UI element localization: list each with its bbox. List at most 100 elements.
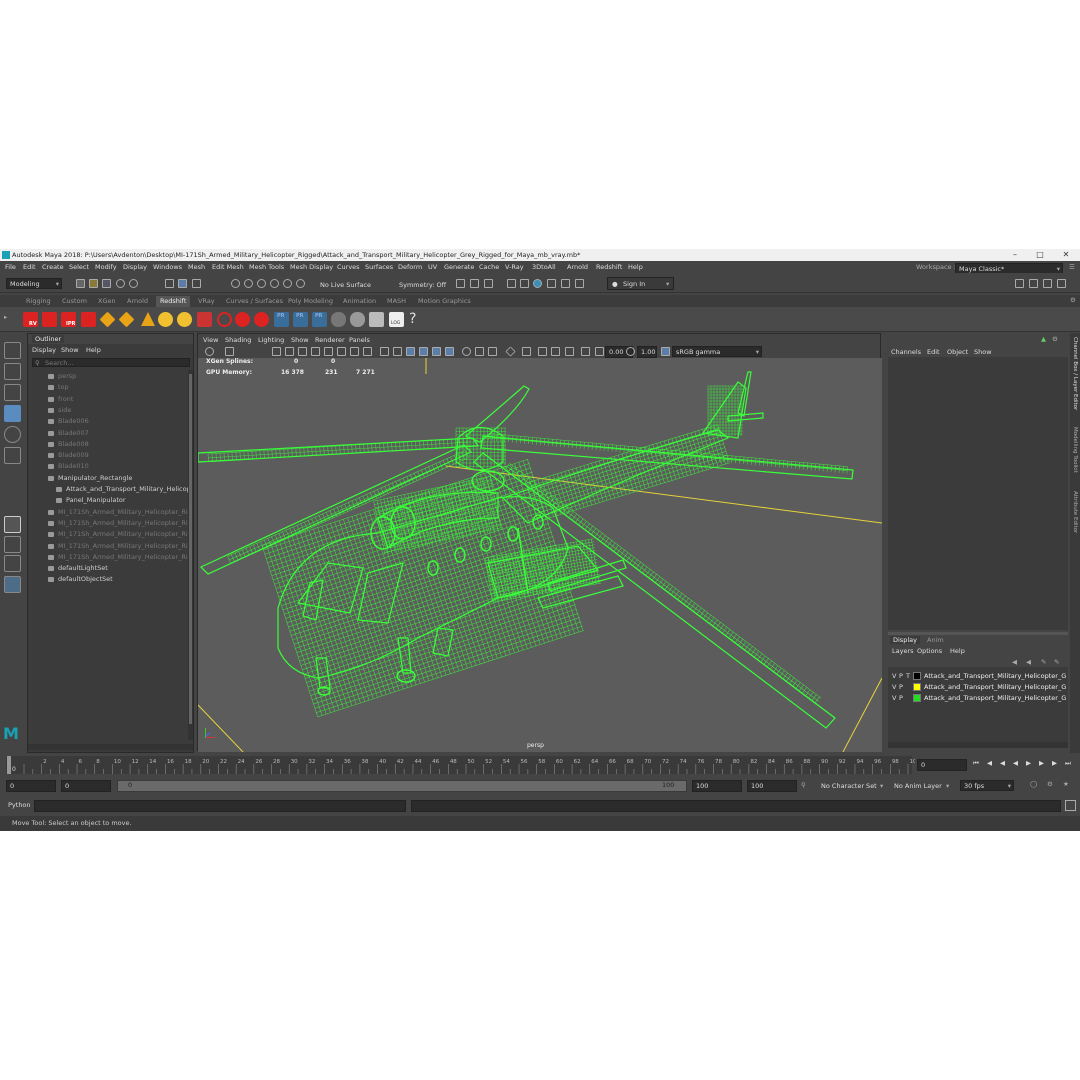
snap-grid-icon[interactable] [231,279,240,288]
new-layer-icon[interactable]: ✎ [1041,658,1046,666]
xray-icon[interactable] [538,347,547,356]
shelf-options-icon[interactable]: ▸ [4,313,7,321]
four-view-layout-icon[interactable] [4,536,21,553]
select-hierarchy-icon[interactable] [165,279,174,288]
new-scene-icon[interactable] [76,279,85,288]
xray-joints-icon[interactable] [551,347,560,356]
time-ruler-background[interactable] [6,756,912,774]
outliner-item[interactable]: persp [28,371,188,382]
time-slider[interactable]: 2 4 6 8 10 12 14 16 18 20 22 24 26 28 30 32 34 36 38 40 42 44… [0,754,1080,776]
viewport-menu-view[interactable]: View [203,336,218,344]
play-backward-icon[interactable]: ◀ [1013,759,1018,767]
viewport-menu-panels[interactable]: Panels [349,336,370,344]
new-layer-selected-icon[interactable]: ✎ [1054,658,1059,666]
snap-plane-icon[interactable] [270,279,279,288]
outliner-search-input[interactable]: Search... [45,359,74,367]
redshift-pr-icon-2[interactable]: PR [293,312,308,327]
menu-edit-mesh[interactable]: Edit Mesh [212,263,244,271]
outliner-item[interactable]: defaultLightSet [28,563,188,574]
script-editor-icon[interactable] [1065,800,1076,811]
character-set-label[interactable]: No Character Set [821,782,877,790]
command-language-label[interactable]: Python [8,801,31,809]
outliner-search-field[interactable]: ⚲ Search... [32,358,190,367]
redshift-mesh-light-icon[interactable] [217,312,232,327]
depth-of-field-icon[interactable] [505,346,516,357]
undo-icon[interactable] [116,279,125,288]
isolate-select-icon[interactable] [522,347,531,356]
anim-layer-label[interactable]: No Anim Layer [894,782,942,790]
snap-point-icon[interactable] [257,279,266,288]
layer-playback-toggle[interactable]: P [899,694,903,702]
menu-3dtoall[interactable]: 3DtoAll [532,263,556,271]
menu-display[interactable]: Display [123,263,147,271]
layer-visibility-toggle[interactable]: V [892,672,896,680]
layer-name[interactable]: Attack_and_Transport_Military_Helicopter… [924,672,1066,680]
play-forward-icon[interactable]: ▶ [1026,759,1031,767]
viewport-menu-show[interactable]: Show [291,336,309,344]
outliner-item[interactable]: MI_171Sh_Armed_Military_Helicopter_Rigge… [28,507,188,518]
resolution-gate-icon[interactable] [311,347,320,356]
redshift-render-view-icon[interactable]: RV [23,312,38,327]
toggle-attribute-editor-icon[interactable] [1029,279,1038,288]
outliner-tab[interactable]: Outliner [32,335,65,343]
auto-key-icon[interactable]: ◯ [1030,780,1037,788]
layer-color-swatch[interactable] [913,694,921,702]
layer-row[interactable]: V P Attack_and_Transport_Military_Helicopt… [888,693,1066,704]
outliner-item[interactable]: Blade009 [28,450,188,461]
scene-end-field[interactable]: 100 [747,780,797,792]
snap-view-icon[interactable] [296,279,305,288]
range-slider-track[interactable]: 0 100 [117,780,687,792]
menu-overflow-icon[interactable]: ☰ [1069,263,1075,271]
redshift-dome-light-icon[interactable] [158,312,173,327]
shelf-tab-poly-modeling[interactable]: Poly Modeling [288,296,333,307]
layer-tab-display[interactable]: Display [890,636,920,644]
hypershade-icon[interactable] [520,279,529,288]
safe-action-icon[interactable] [350,347,359,356]
redshift-portal-icon[interactable] [235,312,250,327]
outliner-menu-show[interactable]: Show [61,346,79,354]
open-scene-icon[interactable] [89,279,98,288]
outliner-item[interactable]: Manipulator_Rectangle [28,473,188,484]
menu-surfaces[interactable]: Surfaces [365,263,393,271]
outliner-item[interactable]: Panel_Manipulator [28,495,188,506]
range-slider-bar[interactable]: 0 100 [118,781,686,791]
redshift-proxy-icon[interactable] [81,312,96,327]
rotate-tool-icon[interactable] [4,426,21,443]
paint-select-tool-icon[interactable] [4,384,21,401]
outliner-hscrollbar[interactable] [28,744,193,750]
fps-dropdown[interactable]: 30 fps [960,780,1014,791]
toggle-tool-settings-icon[interactable] [575,279,584,288]
channel-box-options-icon[interactable]: ⚙ [1052,335,1058,343]
camera-attributes-icon[interactable] [225,347,234,356]
wireframe-icon[interactable] [380,347,389,356]
redshift-pr-icon-1[interactable]: PR [274,312,289,327]
playback-settings-icon[interactable]: ⚙ [1047,780,1053,788]
lasso-tool-icon[interactable] [4,363,21,380]
smooth-shade-icon[interactable] [393,347,402,356]
outliner-menu-display[interactable]: Display [32,346,56,354]
shelf-tab-curves-surfaces[interactable]: Curves / Surfaces [226,296,283,307]
shelf-tab-mash[interactable]: MASH [387,296,406,307]
outliner-scroll-thumb[interactable] [189,374,192,724]
select-component-icon[interactable] [192,279,201,288]
menu-arnold[interactable]: Arnold [567,263,588,271]
gamma-field[interactable]: 1.00 [637,346,657,358]
viewport-menu-lighting[interactable]: Lighting [258,336,284,344]
shelf-tab-rigging[interactable]: Rigging [26,296,51,307]
menu-generate[interactable]: Generate [444,263,474,271]
anim-end-field[interactable]: 100 [692,780,742,792]
go-to-end-icon[interactable]: ⏭ [1065,759,1071,768]
safe-title-icon[interactable] [363,347,372,356]
toggle-modeling-toolkit-icon[interactable] [1015,279,1024,288]
shelf-tab-vray[interactable]: VRay [198,296,215,307]
render-view-icon[interactable] [533,279,542,288]
outliner-item[interactable]: Blade007 [28,428,188,439]
command-input[interactable] [34,800,406,812]
channel-layer-splitter[interactable] [888,632,1068,635]
maximize-button[interactable]: □ [1029,249,1051,261]
redshift-volume-icon[interactable] [197,312,212,327]
channel-box-pin-icon[interactable]: ▲ [1041,335,1046,343]
menu-vray[interactable]: V-Ray [505,263,524,271]
shelf-tab-xgen[interactable]: XGen [98,296,116,307]
shelf-settings-gear-icon[interactable]: ⚙ [1070,296,1076,304]
